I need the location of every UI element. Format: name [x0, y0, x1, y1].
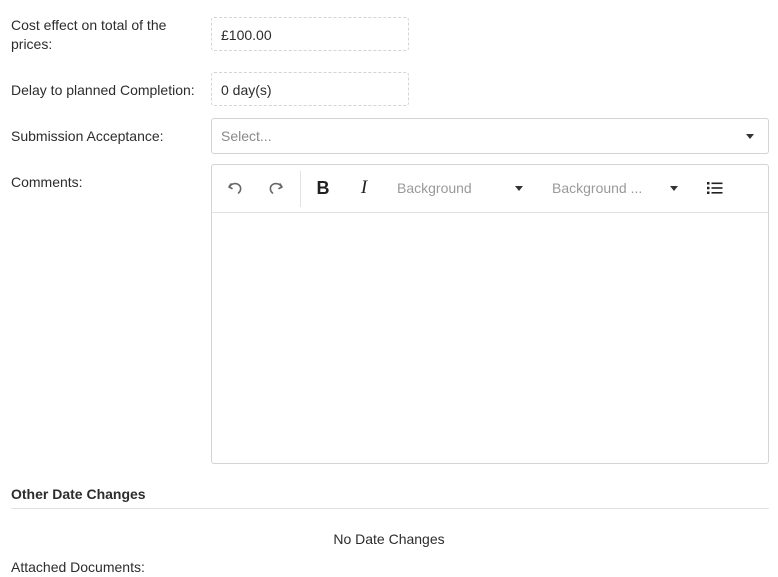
chevron-down-icon	[670, 186, 678, 191]
italic-button[interactable]: I	[349, 173, 379, 203]
cost-effect-value: £100.00	[211, 17, 409, 51]
chevron-down-icon	[515, 186, 523, 191]
comments-text-area[interactable]	[212, 213, 768, 463]
bullet-list-icon	[707, 182, 723, 194]
other-date-changes-title: Other Date Changes	[11, 486, 146, 502]
toolbar-separator	[300, 171, 301, 207]
comments-editor: B I Background Background ...	[211, 164, 769, 464]
attached-documents-label: Attached Documents:	[11, 559, 145, 575]
background-color-dropdown[interactable]: Background ...	[552, 173, 682, 203]
comments-label: Comments:	[11, 174, 83, 190]
bullet-list-button[interactable]	[700, 173, 730, 203]
redo-button[interactable]	[261, 173, 291, 203]
delay-value: 0 day(s)	[211, 72, 409, 106]
undo-button[interactable]	[220, 173, 250, 203]
chevron-down-icon	[746, 134, 754, 139]
empty-message-text: No Date Changes	[333, 531, 445, 547]
delay-label: Delay to planned Completion:	[11, 82, 195, 98]
redo-icon	[269, 182, 283, 194]
bold-button[interactable]: B	[308, 173, 338, 203]
submission-acceptance-select[interactable]: Select...	[211, 118, 769, 154]
editor-toolbar: B I Background Background ...	[212, 165, 768, 213]
undo-icon	[228, 182, 242, 194]
select-placeholder: Select...	[221, 128, 272, 144]
section-divider	[11, 508, 769, 509]
background-color-dropdown-label: Background ...	[552, 180, 643, 196]
bold-icon: B	[316, 177, 330, 198]
cost-effect-label: Cost effect on total of the prices:	[11, 17, 167, 52]
font-color-dropdown[interactable]: Background	[397, 173, 527, 203]
submission-acceptance-label: Submission Acceptance:	[11, 128, 164, 144]
no-date-changes-message: No Date Changes	[0, 530, 778, 549]
font-color-dropdown-label: Background	[397, 180, 472, 196]
italic-icon: I	[360, 177, 368, 198]
